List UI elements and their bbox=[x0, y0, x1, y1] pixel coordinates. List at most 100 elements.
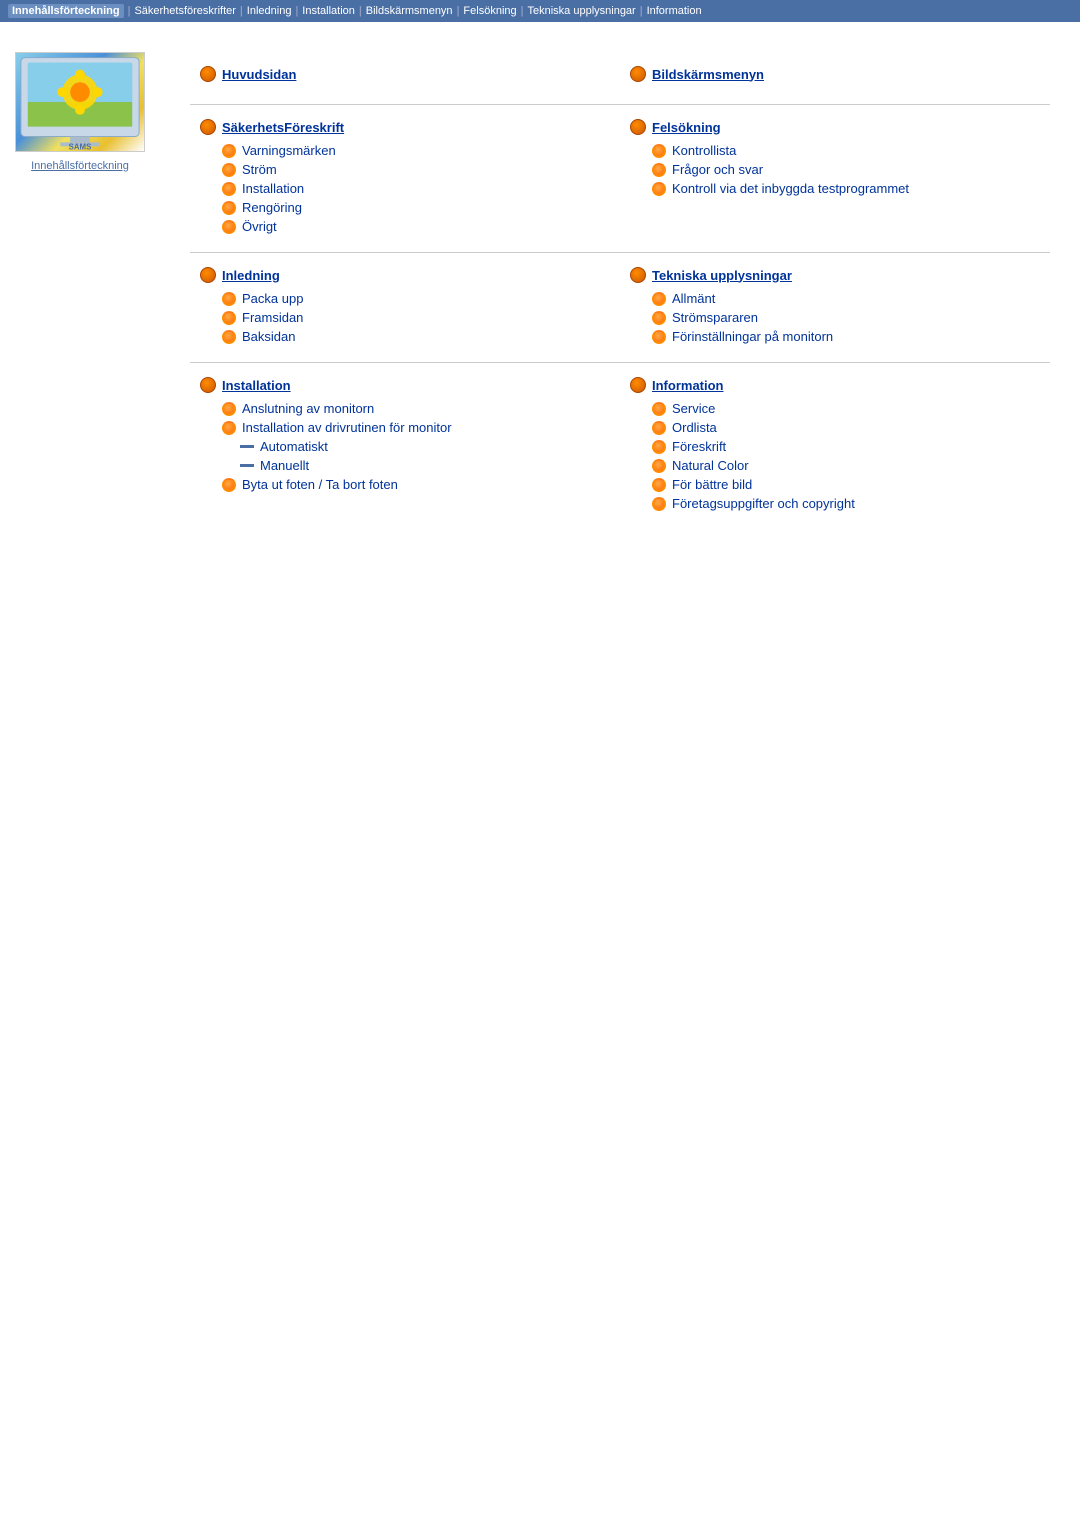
section-header: SäkerhetsFöreskrift bbox=[200, 119, 610, 135]
section-title[interactable]: Installation bbox=[222, 378, 291, 393]
column: Huvudsidan bbox=[190, 66, 620, 90]
section-icon bbox=[200, 377, 216, 393]
item-link[interactable]: För bättre bild bbox=[672, 477, 752, 492]
list-item: Allmänt bbox=[630, 291, 1040, 306]
nav-item-4[interactable]: Bildskärmsmenyn bbox=[366, 5, 453, 17]
section-header: Bildskärmsmenyn bbox=[630, 66, 1040, 82]
item-link[interactable]: Föreskrift bbox=[672, 439, 726, 454]
item-link[interactable]: Byta ut foten / Ta bort foten bbox=[242, 477, 398, 492]
column: Inledning Packa upp Framsidan Baksidan bbox=[190, 267, 620, 348]
arrow-icon bbox=[652, 478, 666, 492]
arrow-icon bbox=[652, 459, 666, 473]
section-title[interactable]: Information bbox=[652, 378, 724, 393]
section-title[interactable]: Inledning bbox=[222, 268, 280, 283]
nav-separator: | bbox=[359, 5, 362, 17]
section-icon bbox=[630, 119, 646, 135]
nav-separator: | bbox=[521, 5, 524, 17]
item-link[interactable]: Installation bbox=[242, 181, 304, 196]
list-item: Ordlista bbox=[630, 420, 1040, 435]
item-link[interactable]: Baksidan bbox=[242, 329, 295, 344]
section-title[interactable]: Tekniska upplysningar bbox=[652, 268, 792, 283]
item-link[interactable]: Framsidan bbox=[242, 310, 303, 325]
nav-item-3[interactable]: Installation bbox=[302, 5, 355, 17]
section-title[interactable]: Bildskärmsmenyn bbox=[652, 67, 764, 82]
item-link[interactable]: Ordlista bbox=[672, 420, 717, 435]
item-link[interactable]: Kontrollista bbox=[672, 143, 736, 158]
sections-container: Huvudsidan Bildskärmsmenyn SäkerhetsFöresk… bbox=[190, 52, 1050, 529]
list-item: Baksidan bbox=[200, 329, 610, 344]
column: Installation Anslutning av monitorn Instal… bbox=[190, 377, 620, 515]
item-link[interactable]: Varningsmärken bbox=[242, 143, 336, 158]
section-icon bbox=[630, 66, 646, 82]
sidebar-label[interactable]: Innehållsförteckning bbox=[31, 160, 129, 172]
item-link[interactable]: Natural Color bbox=[672, 458, 749, 473]
item-link[interactable]: Strömspararen bbox=[672, 310, 758, 325]
item-link[interactable]: Kontroll via det inbyggda testprogrammet bbox=[672, 181, 909, 196]
nav-item-5[interactable]: Felsökning bbox=[463, 5, 516, 17]
section-title[interactable]: Felsökning bbox=[652, 120, 721, 135]
nav-item-6[interactable]: Tekniska upplysningar bbox=[527, 5, 635, 17]
list-item: Varningsmärken bbox=[200, 143, 610, 158]
list-item: Packa upp bbox=[200, 291, 610, 306]
item-link[interactable]: Ström bbox=[242, 162, 277, 177]
section-icon bbox=[200, 66, 216, 82]
item-link[interactable]: Förinställningar på monitorn bbox=[672, 329, 833, 344]
column: Bildskärmsmenyn bbox=[620, 66, 1050, 90]
arrow-icon bbox=[222, 144, 236, 158]
logo-image: SAMS bbox=[16, 52, 144, 152]
logo-area: SAMS bbox=[15, 52, 145, 152]
item-link[interactable]: Allmänt bbox=[672, 291, 715, 306]
arrow-icon bbox=[652, 292, 666, 306]
content-area: Huvudsidan Bildskärmsmenyn SäkerhetsFöresk… bbox=[160, 42, 1080, 539]
section-title[interactable]: Huvudsidan bbox=[222, 67, 296, 82]
list-item: Natural Color bbox=[630, 458, 1040, 473]
nav-item-0[interactable]: Innehållsförteckning bbox=[8, 4, 124, 18]
item-link[interactable]: Manuellt bbox=[260, 458, 309, 473]
list-item: Framsidan bbox=[200, 310, 610, 325]
nav-separator: | bbox=[240, 5, 243, 17]
arrow-icon bbox=[222, 421, 236, 435]
section-icon bbox=[200, 267, 216, 283]
list-item: Övrigt bbox=[200, 219, 610, 234]
arrow-icon bbox=[222, 220, 236, 234]
section-icon bbox=[200, 119, 216, 135]
arrow-icon bbox=[652, 497, 666, 511]
column: SäkerhetsFöreskrift Varningsmärken Ström In… bbox=[190, 119, 620, 238]
list-item: Föreskrift bbox=[630, 439, 1040, 454]
arrow-icon bbox=[652, 330, 666, 344]
section-header: Huvudsidan bbox=[200, 66, 610, 82]
item-link[interactable]: Rengöring bbox=[242, 200, 302, 215]
nav-separator: | bbox=[457, 5, 460, 17]
nav-separator: | bbox=[640, 5, 643, 17]
nav-separator: | bbox=[295, 5, 298, 17]
section-icon bbox=[630, 377, 646, 393]
nav-item-2[interactable]: Inledning bbox=[247, 5, 292, 17]
section-row-0: Huvudsidan Bildskärmsmenyn bbox=[190, 52, 1050, 105]
list-item: Manuellt bbox=[200, 458, 610, 473]
arrow-icon bbox=[222, 402, 236, 416]
item-link[interactable]: Installation av drivrutinen för monitor bbox=[242, 420, 452, 435]
arrow-icon bbox=[222, 478, 236, 492]
item-link[interactable]: Automatiskt bbox=[260, 439, 328, 454]
arrow-icon bbox=[222, 292, 236, 306]
list-item: Frågor och svar bbox=[630, 162, 1040, 177]
section-title[interactable]: SäkerhetsFöreskrift bbox=[222, 120, 344, 135]
list-item: Byta ut foten / Ta bort foten bbox=[200, 477, 610, 492]
item-link[interactable]: Företagsuppgifter och copyright bbox=[672, 496, 855, 511]
item-link[interactable]: Övrigt bbox=[242, 219, 277, 234]
item-link[interactable]: Packa upp bbox=[242, 291, 303, 306]
nav-item-7[interactable]: Information bbox=[647, 5, 702, 17]
list-item: För bättre bild bbox=[630, 477, 1040, 492]
section-header: Inledning bbox=[200, 267, 610, 283]
list-item: Företagsuppgifter och copyright bbox=[630, 496, 1040, 511]
list-item: Automatiskt bbox=[200, 439, 610, 454]
column: Information Service Ordlista Föreskrift Natu… bbox=[620, 377, 1050, 515]
nav-item-1[interactable]: Säkerhetsföreskrifter bbox=[134, 5, 235, 17]
arrow-icon bbox=[222, 163, 236, 177]
arrow-icon bbox=[652, 421, 666, 435]
arrow-icon bbox=[222, 182, 236, 196]
item-link[interactable]: Frågor och svar bbox=[672, 162, 763, 177]
arrow-icon bbox=[652, 144, 666, 158]
item-link[interactable]: Service bbox=[672, 401, 715, 416]
item-link[interactable]: Anslutning av monitorn bbox=[242, 401, 374, 416]
